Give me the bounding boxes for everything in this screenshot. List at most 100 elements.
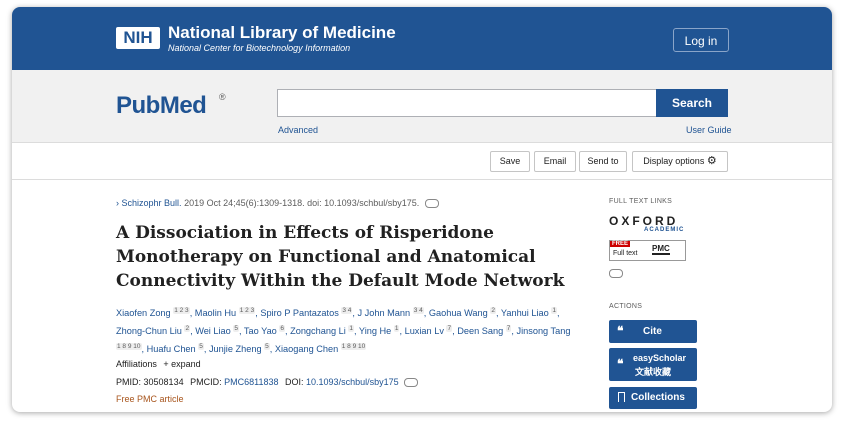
- author-affiliation-refs[interactable]: 1: [393, 325, 400, 333]
- author-name[interactable]: Zhong-Chun Liu: [116, 326, 182, 336]
- nih-header: NIH National Library of Medicine Nationa…: [12, 7, 832, 70]
- author-affiliation-refs[interactable]: 2: [490, 307, 496, 314]
- article-toolbar: Save Email Send to Display options ⚙: [12, 143, 832, 180]
- search-band: PubMed ® Search Advanced User Guide: [12, 70, 832, 143]
- collections-button[interactable]: Collections: [609, 387, 697, 409]
- pmc-full-text-link[interactable]: FREE Full text PMC: [609, 240, 686, 261]
- author-affiliation-refs[interactable]: 1 8 9 10: [340, 343, 367, 351]
- author-affiliation-refs[interactable]: 7: [505, 325, 512, 333]
- free-badge: FREE: [610, 241, 631, 247]
- author-name[interactable]: Junjie Zheng: [209, 344, 262, 354]
- search-input[interactable]: [277, 89, 657, 117]
- author-entry: Tao Yao 6: [244, 325, 285, 336]
- pmcid-label: PMCID:: [190, 377, 222, 387]
- author-name[interactable]: Spiro P Pantazatos: [260, 308, 338, 318]
- bookmark-icon: [618, 392, 625, 402]
- send-to-button[interactable]: Send to: [579, 151, 627, 172]
- user-guide-link[interactable]: User Guide: [686, 125, 732, 135]
- author-name[interactable]: Jinsong Tang: [517, 326, 571, 336]
- author-entry: Ying He 1: [359, 325, 400, 336]
- quote-icon: ❝: [617, 324, 624, 338]
- doi-link[interactable]: 10.1093/schbul/sby175: [306, 377, 399, 387]
- author-entry: Yanhui Liao 1: [501, 307, 557, 318]
- save-button[interactable]: Save: [490, 151, 530, 172]
- author-affiliation-refs[interactable]: 1: [348, 325, 354, 333]
- author-entry: Maolin Hu 1 2 3: [195, 307, 256, 318]
- oxford-academic-logo[interactable]: OXFORD: [609, 214, 678, 228]
- gear-icon: ⚙: [706, 155, 717, 167]
- doi-label: DOI:: [285, 377, 304, 387]
- author-entry: Zongchang Li 1: [290, 325, 354, 336]
- display-options-button[interactable]: Display options ⚙: [632, 151, 728, 172]
- nlm-title[interactable]: National Library of Medicine: [168, 24, 396, 42]
- author-affiliation-refs[interactable]: 1 2 3: [173, 307, 190, 314]
- actions-heading: ACTIONS: [609, 303, 643, 310]
- author-affiliation-refs[interactable]: 5: [233, 325, 239, 333]
- login-button[interactable]: Log in: [673, 28, 729, 52]
- author-name[interactable]: Yanhui Liao: [501, 308, 549, 318]
- journal-citation: › Schizophr Bull. 2019 Oct 24;45(6):1309…: [116, 198, 439, 209]
- search-button[interactable]: Search: [656, 89, 728, 117]
- chevron-right-icon: ›: [116, 198, 119, 208]
- pubmed-logo-mark: M: [159, 92, 180, 119]
- email-button[interactable]: Email: [534, 151, 576, 172]
- free-pmc-badge: Free PMC article: [116, 394, 184, 404]
- copy-citation-icon[interactable]: [424, 199, 439, 209]
- collections-label: Collections: [631, 392, 685, 403]
- citation-details: 2019 Oct 24;45(6):1309-1318. doi: 10.109…: [184, 198, 420, 208]
- pubmed-logo[interactable]: PubMed: [116, 92, 207, 120]
- author-affiliation-refs[interactable]: 6: [279, 325, 285, 333]
- journal-link[interactable]: Schizophr Bull.: [122, 198, 182, 208]
- pmid-label: PMID:: [116, 377, 142, 387]
- oxford-academic-sub: ACADEMIC: [644, 227, 685, 233]
- author-name[interactable]: Gaohua Wang: [429, 308, 488, 318]
- author-affiliation-refs[interactable]: 2: [184, 325, 191, 333]
- advanced-search-link[interactable]: Advanced: [278, 125, 318, 135]
- author-entry: Xiaogang Chen 1 8 9 10: [275, 343, 367, 354]
- author-affiliation-refs[interactable]: 5: [264, 343, 270, 351]
- affiliations[interactable]: Affiliations + expand: [116, 359, 201, 369]
- author-entry: Xiaofen Zong 1 2 3: [116, 307, 190, 318]
- author-name[interactable]: Zongchang Li: [290, 326, 346, 336]
- author-affiliation-refs[interactable]: 3 4: [341, 307, 353, 314]
- quote-icon: ❝: [617, 357, 624, 371]
- author-affiliation-refs[interactable]: 3 4: [412, 307, 424, 314]
- author-name[interactable]: J John Mann: [358, 308, 411, 318]
- easyscholar-sub: 文献收藏: [635, 367, 672, 377]
- author-affiliation-refs[interactable]: 5: [198, 343, 204, 351]
- affiliations-label: Affiliations: [116, 359, 157, 369]
- author-name[interactable]: Wei Liao: [195, 326, 231, 336]
- author-name[interactable]: Deen Sang: [457, 326, 503, 336]
- pmc-logo: PMC: [652, 244, 670, 255]
- author-affiliation-refs[interactable]: 1 2 3: [238, 307, 256, 314]
- author-entry: Junjie Zheng 5: [209, 343, 270, 354]
- author-name[interactable]: Xiaogang Chen: [275, 344, 338, 354]
- ncbi-subtitle: National Center for Biotechnology Inform…: [168, 43, 351, 53]
- copy-link-icon[interactable]: [609, 269, 623, 278]
- author-affiliation-refs[interactable]: 1 8 9 10: [116, 343, 142, 351]
- browser-frame: NIH National Library of Medicine Nationa…: [12, 7, 832, 412]
- author-entry: Zhong-Chun Liu 2: [116, 325, 191, 336]
- author-name[interactable]: Huafu Chen: [147, 344, 196, 354]
- author-entry: Huafu Chen 5: [147, 343, 204, 354]
- author-name[interactable]: Xiaofen Zong: [116, 308, 171, 318]
- author-entry: Gaohua Wang 2: [429, 307, 496, 318]
- author-name[interactable]: Maolin Hu: [195, 308, 236, 318]
- author-affiliation-refs[interactable]: 1: [551, 307, 557, 314]
- cite-label: Cite: [643, 326, 662, 337]
- cite-button[interactable]: ❝ Cite: [609, 320, 697, 343]
- easyscholar-button[interactable]: ❝ easyScholar 文献收藏: [609, 348, 697, 381]
- article-title: A Dissociation in Effects of Risperidone…: [116, 223, 565, 291]
- easyscholar-label: easyScholar: [633, 353, 687, 363]
- author-list: Xiaofen Zong 1 2 3, Maolin Hu 1 2 3, Spi…: [116, 307, 571, 355]
- author-name[interactable]: Ying He: [359, 326, 391, 336]
- author-name[interactable]: Tao Yao: [244, 326, 277, 336]
- author-name[interactable]: Luxian Lv: [405, 326, 444, 336]
- pmid-value: 30508134: [143, 377, 184, 387]
- copy-doi-icon[interactable]: [404, 378, 419, 388]
- pmcid-link[interactable]: PMC6811838: [224, 377, 278, 387]
- nih-logo[interactable]: NIH: [116, 27, 160, 49]
- display-options-label: Display options: [643, 156, 705, 166]
- author-affiliation-refs[interactable]: 7: [446, 325, 453, 333]
- expand-affiliations[interactable]: + expand: [163, 359, 200, 369]
